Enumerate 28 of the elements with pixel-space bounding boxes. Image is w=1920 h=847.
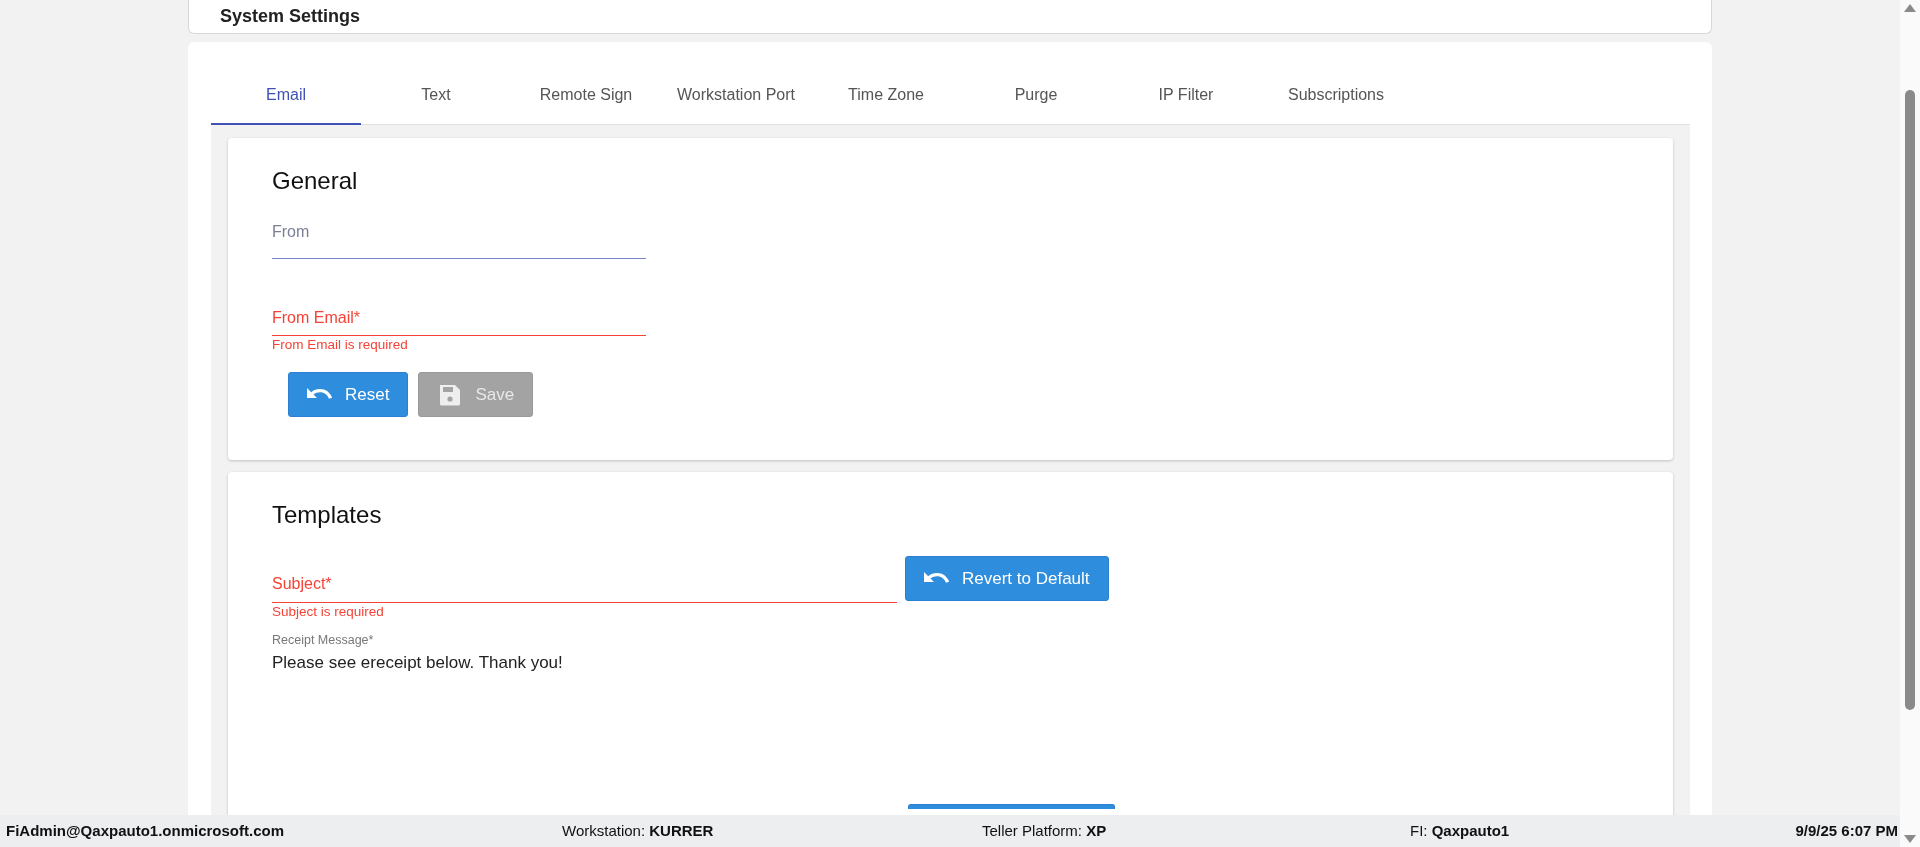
- scroll-up-icon[interactable]: [1904, 4, 1916, 12]
- tab[interactable]: Time Zone: [811, 66, 961, 125]
- tab[interactable]: Text: [361, 66, 511, 125]
- field-label: From Email*: [272, 308, 361, 327]
- status-item: Teller Platform: XP: [982, 820, 1108, 841]
- section-title: Templates: [272, 503, 383, 527]
- field-label: Subject*: [272, 575, 333, 593]
- field-label: From: [272, 223, 311, 241]
- page-title: System Settings: [220, 5, 361, 28]
- button[interactable]: [908, 804, 1115, 810]
- status-item: FI: Qaxpauto1: [1410, 820, 1511, 841]
- field-label: Receipt Message*: [272, 632, 375, 650]
- tab[interactable]: Subscriptions: [1261, 66, 1411, 125]
- tab[interactable]: Workstation Port: [661, 66, 811, 125]
- section-title: General: [272, 169, 359, 193]
- tab[interactable]: Purge: [961, 66, 1111, 125]
- status-item: Workstation: KURRER: [562, 820, 715, 841]
- scrollbar[interactable]: [1900, 0, 1920, 847]
- revert-button[interactable]: Revert to Default: [905, 556, 1109, 601]
- scroll-down-icon[interactable]: [1904, 835, 1916, 843]
- date-time: 9/9/25 6:07 PM: [1795, 820, 1898, 841]
- error-message: From Email is required: [272, 338, 409, 354]
- reset-button[interactable]: Reset: [288, 372, 409, 418]
- tab[interactable]: IP Filter: [1111, 66, 1261, 125]
- scroll-thumb[interactable]: [1905, 90, 1915, 710]
- error-message: Subject is required: [272, 604, 385, 620]
- user-email: FiAdmin@Qaxpauto1.onmicrosoft.com: [6, 820, 285, 841]
- tab[interactable]: Remote Sign: [511, 66, 661, 125]
